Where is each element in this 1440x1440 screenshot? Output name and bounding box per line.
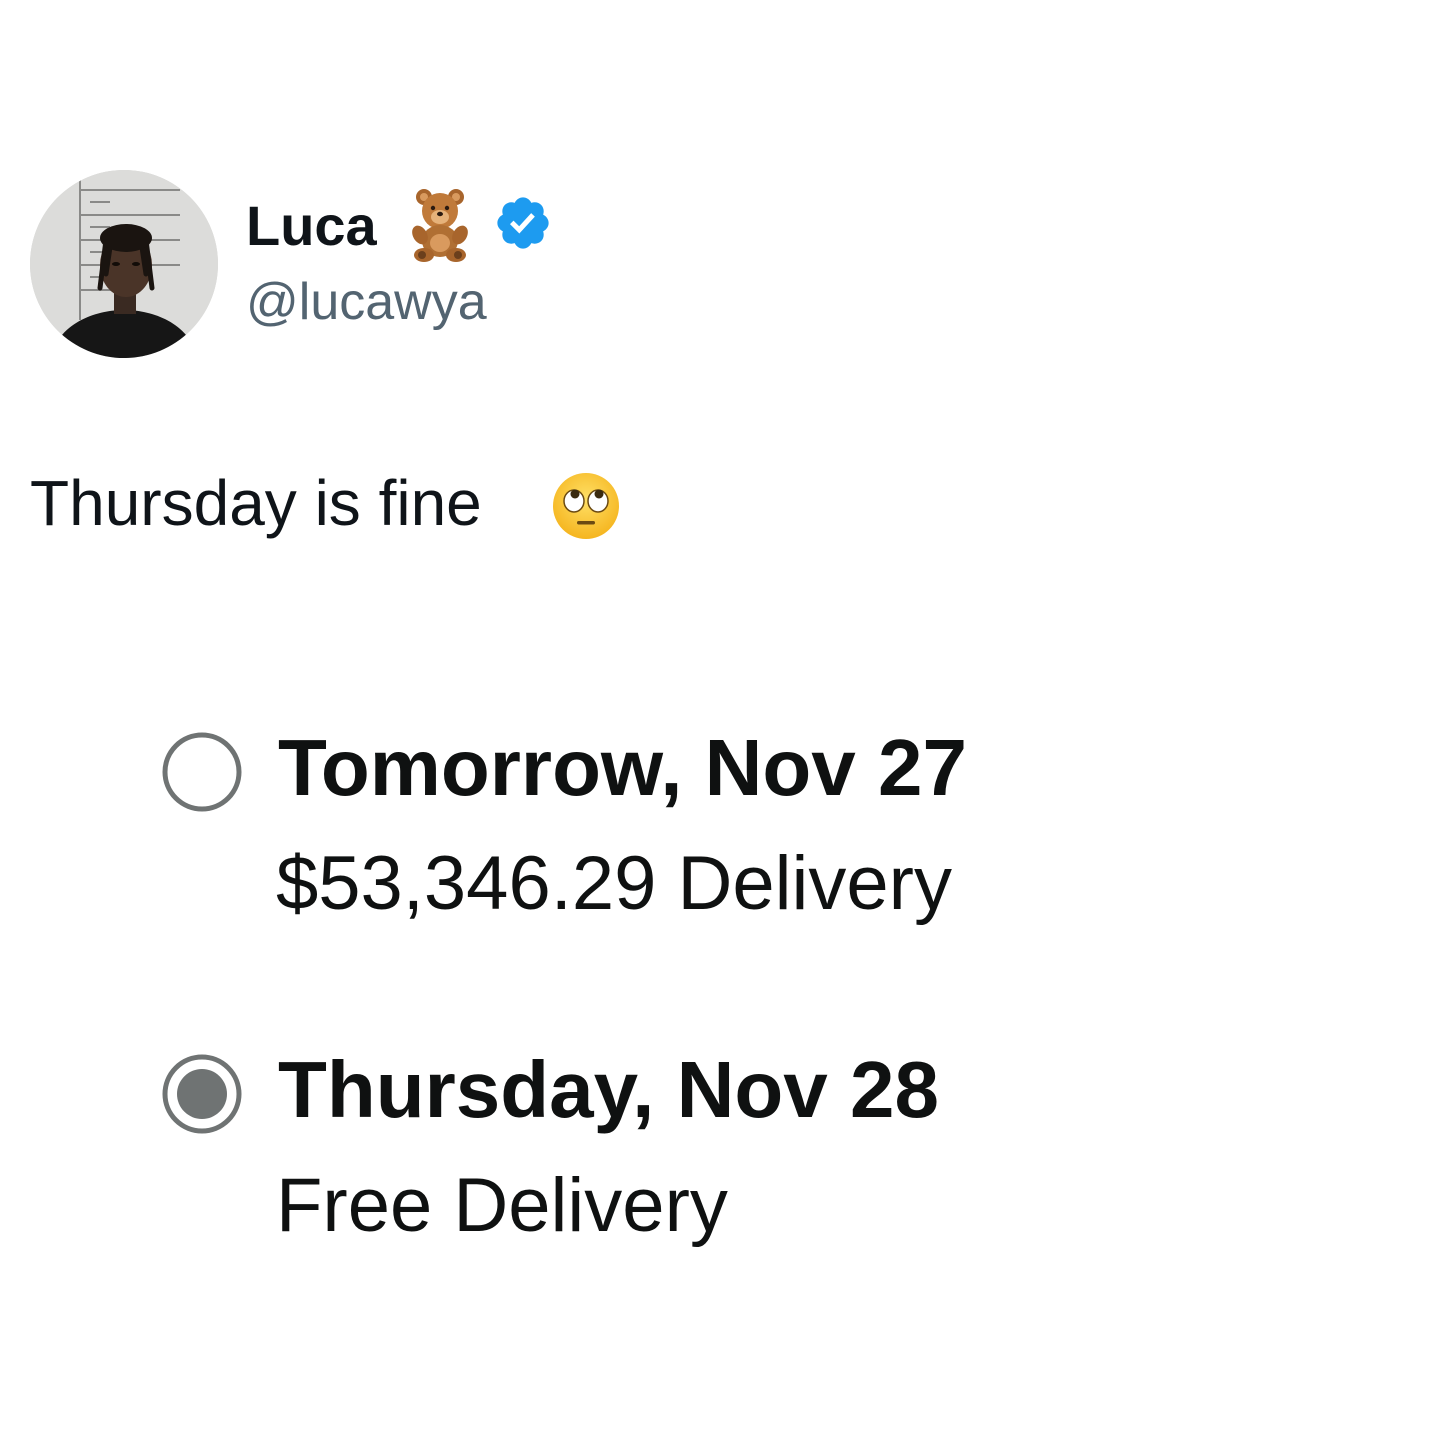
- delivery-option-title: Tomorrow, Nov 27: [278, 723, 967, 812]
- delivery-option-price: $53,346.29 Delivery: [276, 841, 952, 926]
- teddy-bear-icon: [400, 183, 480, 263]
- face-with-rolling-eyes-icon: [551, 471, 621, 541]
- avatar[interactable]: [30, 170, 218, 358]
- avatar-photo: [30, 170, 218, 358]
- radio-button-selected[interactable]: [160, 1052, 244, 1136]
- delivery-option-title: Thursday, Nov 28: [278, 1045, 939, 1134]
- user-handle[interactable]: @lucawya: [246, 272, 487, 332]
- delivery-option-price: Free Delivery: [276, 1163, 728, 1248]
- verified-badge-icon[interactable]: [493, 193, 553, 253]
- tweet-text: Thursday is fine: [30, 467, 482, 539]
- display-name[interactable]: Luca: [246, 190, 377, 260]
- radio-button-unselected[interactable]: [160, 730, 244, 814]
